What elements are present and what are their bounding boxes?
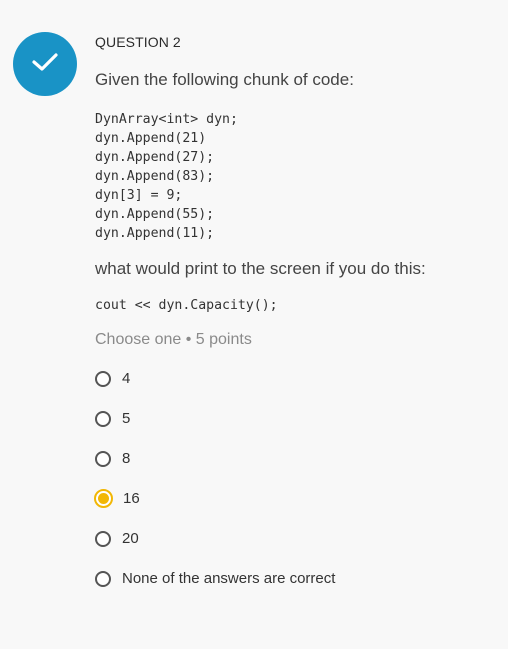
answer-option-16[interactable]: 16 [94,489,140,508]
answer-option-8[interactable]: 8 [95,450,130,467]
code-line: dyn[3] = 9; [95,188,183,203]
answered-status-badge [13,32,77,96]
code-line: dyn.Append(83); [95,169,215,184]
option-label: 4 [122,370,131,387]
option-label: 16 [123,490,140,507]
radio-button[interactable] [95,570,111,587]
radio-button[interactable] [95,530,111,547]
radio-button[interactable] [95,450,111,467]
radio-button[interactable] [95,370,111,387]
question-text: what would print to the screen if you do… [95,259,426,278]
code-line: dyn.Append(11); [95,226,215,241]
code-line: dyn.Append(21) [95,131,207,146]
code-snippet: DynArray<int> dyn; dyn.Append(21) dyn.Appe… [95,110,238,243]
question-number-label: QUESTION 2 [95,34,181,50]
option-label: 5 [122,410,131,427]
radio-dot [98,493,109,504]
option-label: None of the answers are correct [122,570,336,587]
code-line: dyn.Append(55); [95,207,215,222]
answer-option-5[interactable]: 5 [95,410,130,427]
answer-option-20[interactable]: 20 [95,530,139,547]
points-instruction: Choose one • 5 points [95,331,252,348]
check-icon [31,51,59,78]
code-line: DynArray<int> dyn; [95,112,238,127]
answer-option-none[interactable]: None of the answers are correct [95,570,335,587]
option-label: 8 [122,450,131,467]
radio-button-selected[interactable] [94,489,113,508]
code-call: cout << dyn.Capacity(); [95,298,278,313]
code-line: dyn.Append(27); [95,150,215,165]
option-label: 20 [122,530,139,547]
question-prompt: Given the following chunk of code: [95,70,354,89]
radio-button[interactable] [95,410,111,427]
answer-option-4[interactable]: 4 [95,370,130,387]
